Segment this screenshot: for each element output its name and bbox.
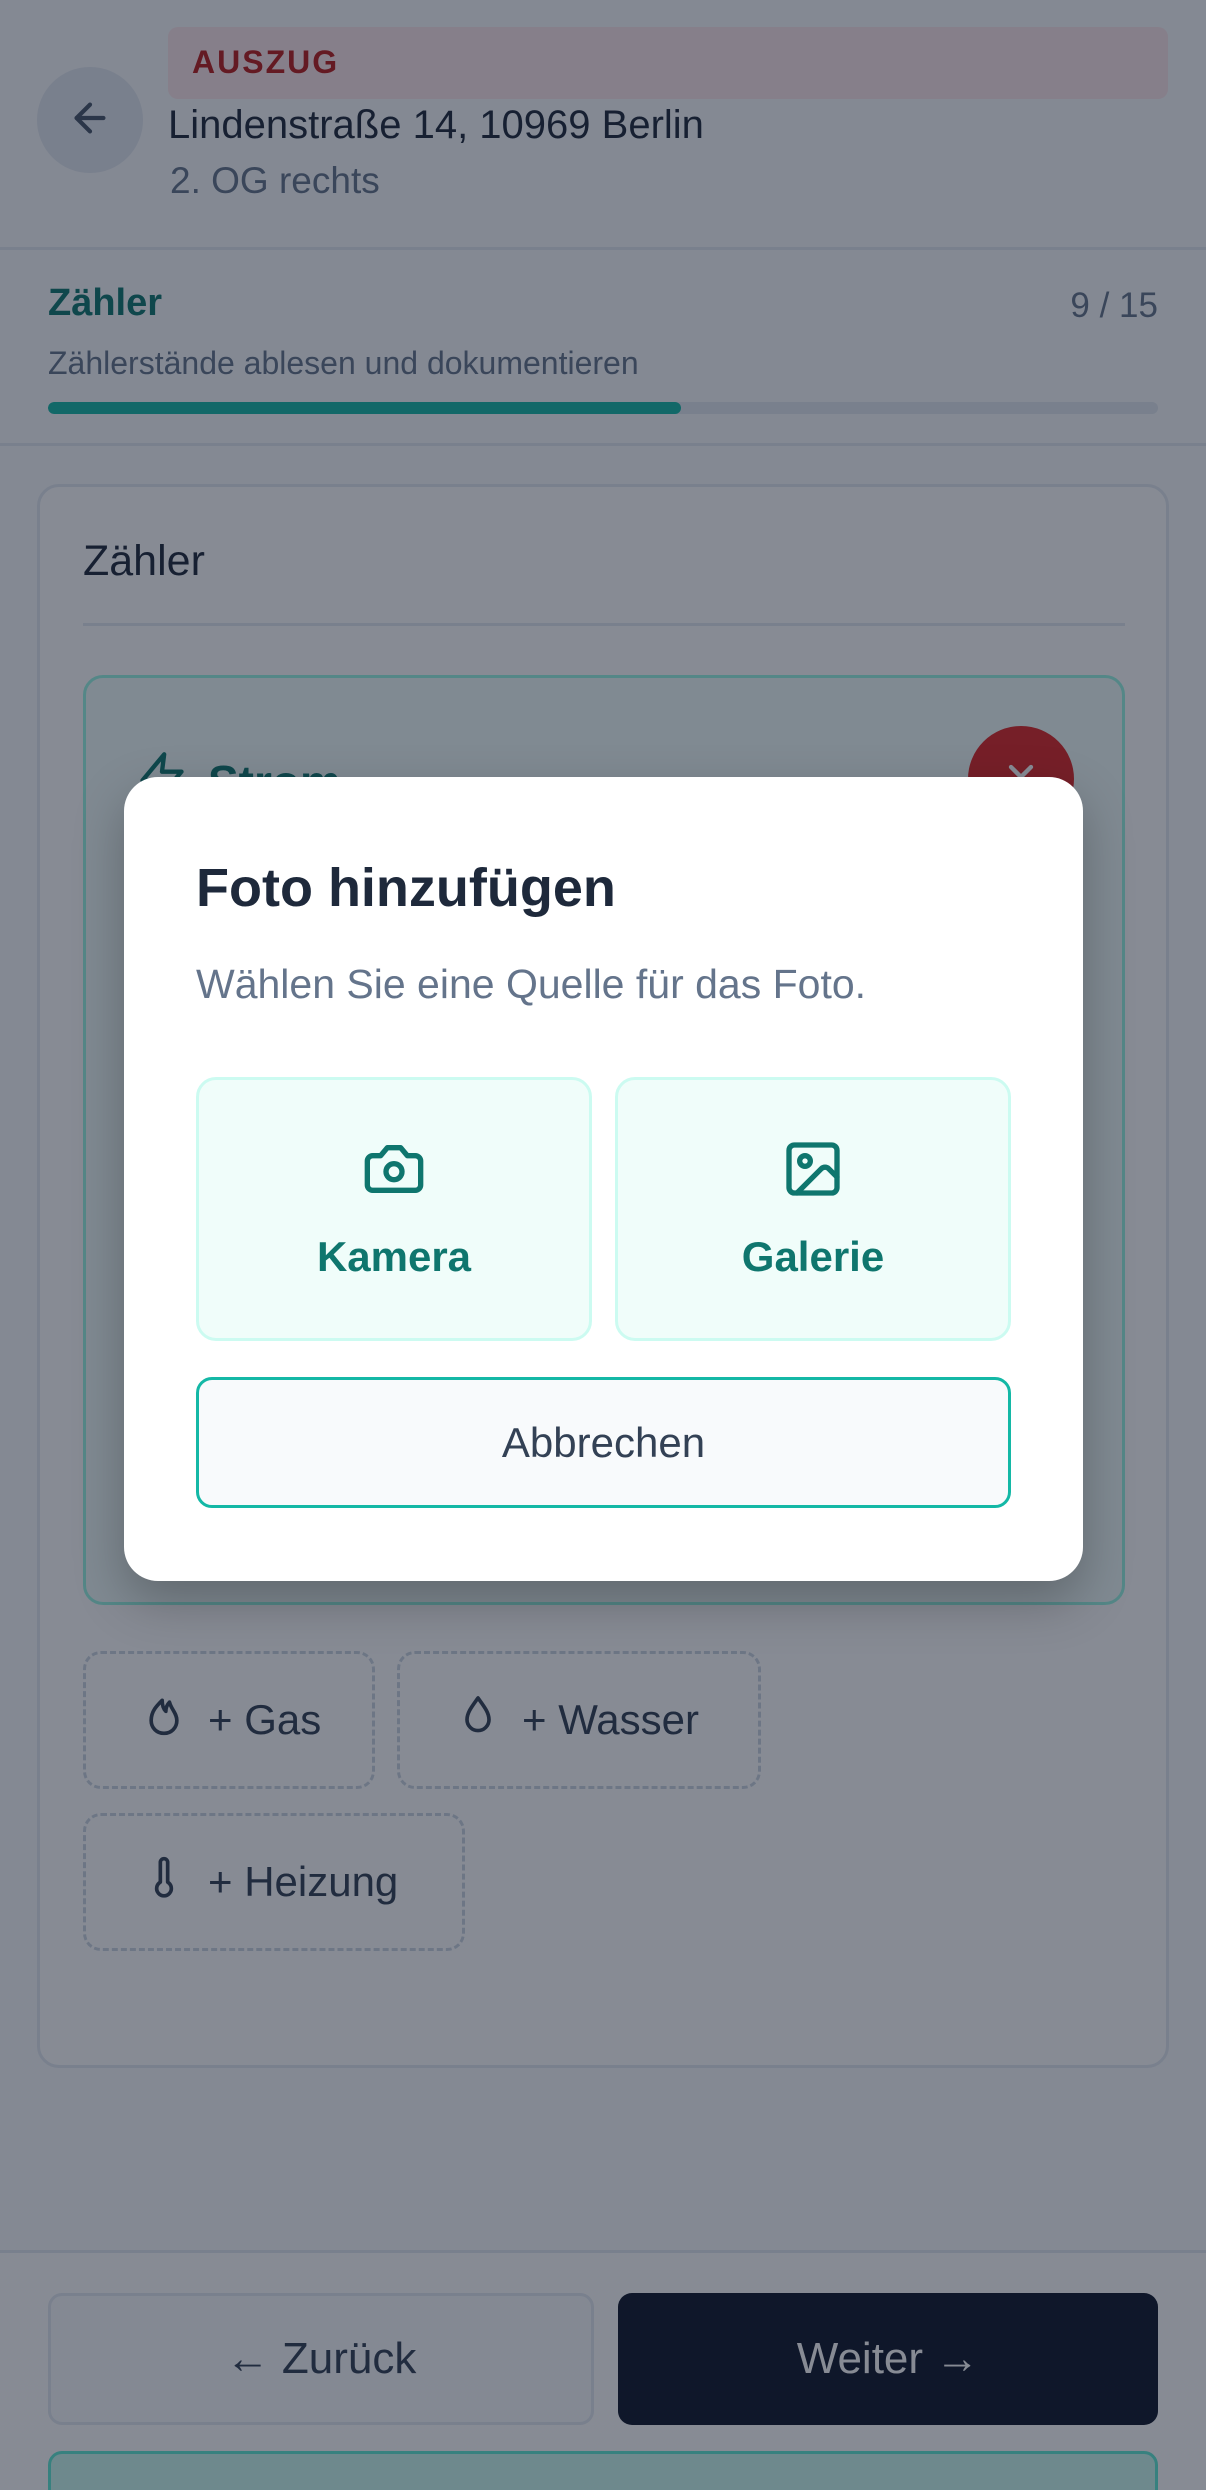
dialog-description: Wählen Sie eine Quelle für das Foto. xyxy=(196,961,867,1007)
image-icon xyxy=(781,1137,845,1211)
gallery-button[interactable]: Galerie xyxy=(615,1077,1011,1341)
camera-label: Kamera xyxy=(316,1233,472,1280)
cancel-button[interactable]: Abbrechen xyxy=(196,1377,1011,1508)
add-photo-dialog: Foto hinzufügen Wählen Sie eine Quelle f… xyxy=(124,777,1083,1581)
camera-icon xyxy=(362,1137,426,1211)
dialog-title: Foto hinzufügen xyxy=(196,858,616,918)
gallery-label: Galerie xyxy=(741,1233,885,1280)
camera-button[interactable]: Kamera xyxy=(196,1077,592,1341)
